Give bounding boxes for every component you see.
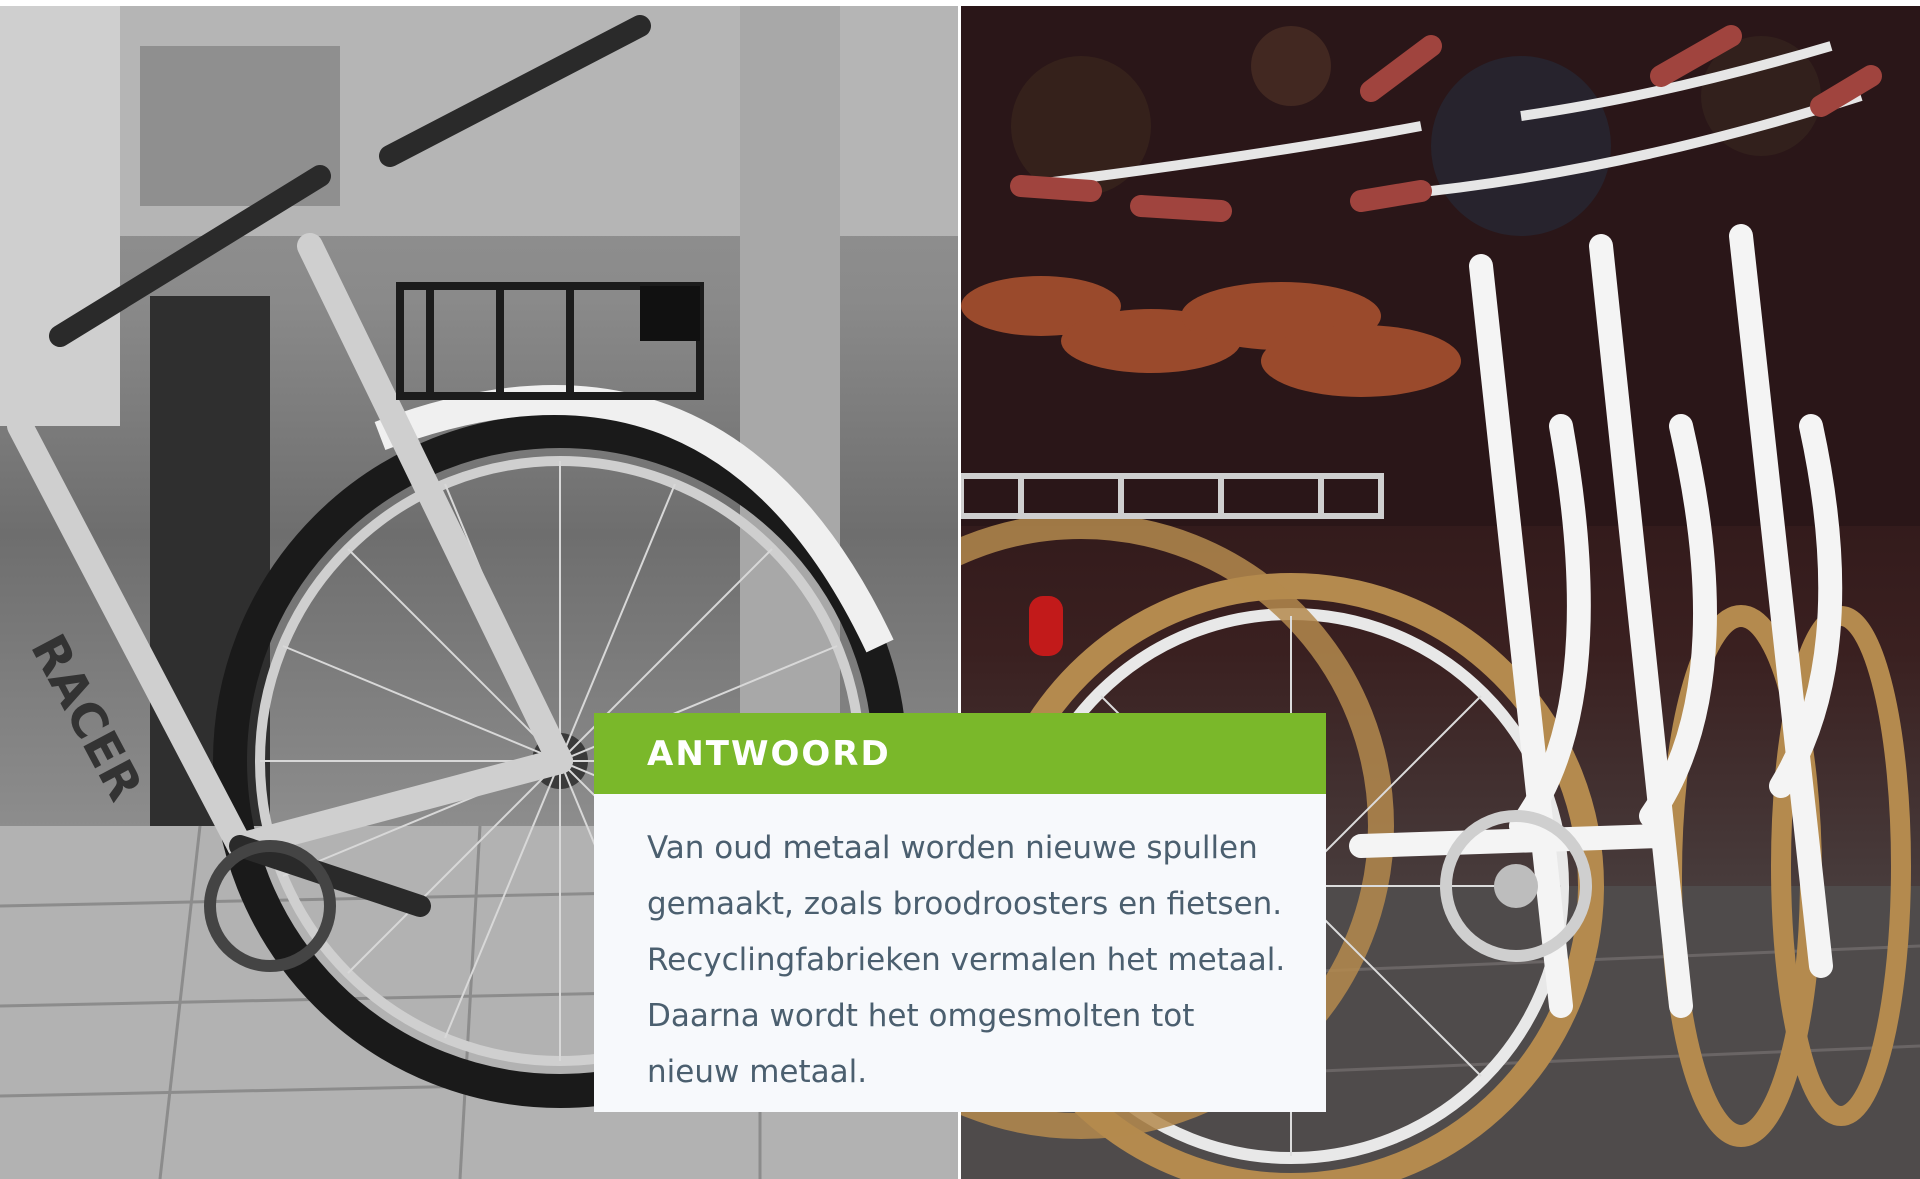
answer-card: ANTWOORD Van oud metaal worden nieuwe sp… bbox=[594, 713, 1326, 1112]
answer-title: ANTWOORD bbox=[647, 733, 891, 774]
answer-text: Van oud metaal worden nieuwe spullen gem… bbox=[647, 830, 1286, 1090]
answer-header: ANTWOORD bbox=[594, 713, 1326, 794]
page: RACER ANTWOORD Van oud metaal worden nie… bbox=[0, 0, 1920, 1179]
